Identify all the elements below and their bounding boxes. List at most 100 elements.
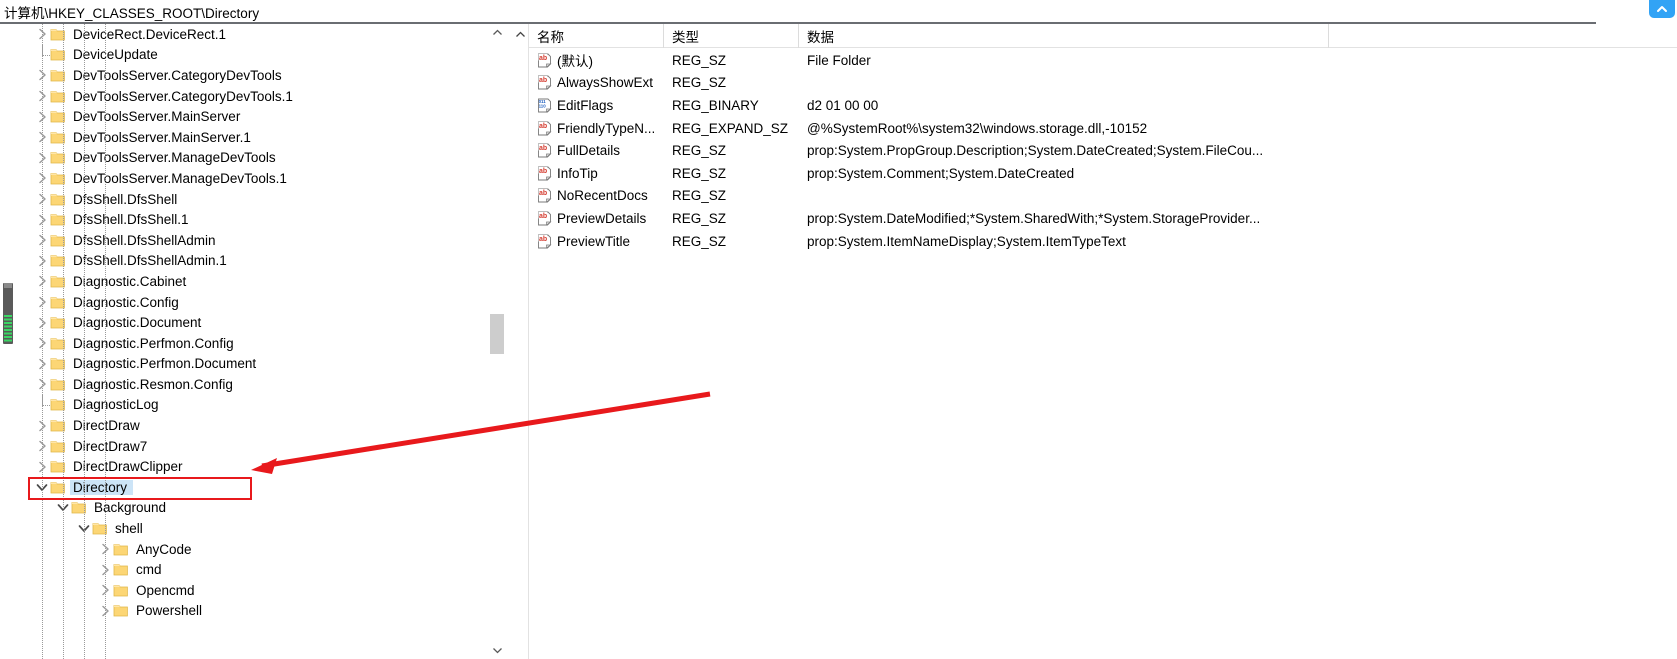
tree-indent-spacer (16, 312, 34, 333)
tree-item[interactable]: DirectDrawClipper (16, 456, 494, 477)
tree-item[interactable]: Background (16, 498, 494, 519)
value-row[interactable]: ab InfoTip REG_SZ prop:System.Comment;Syste… (529, 162, 1677, 185)
svg-text:ab: ab (539, 190, 547, 197)
tree-indent-spacer (16, 168, 34, 189)
folder-icon (50, 312, 70, 333)
tree-item[interactable]: Diagnostic.Perfmon.Config (16, 333, 494, 354)
folder-icon (50, 456, 70, 477)
tree-item-label: DfsShell.DfsShell.1 (73, 212, 189, 228)
tree-item[interactable]: Diagnostic.Perfmon.Document (16, 354, 494, 375)
tree-item[interactable]: DfsShell.DfsShell (16, 189, 494, 210)
tree-indent-spacer (16, 209, 34, 230)
value-name-text: NoRecentDocs (557, 188, 648, 204)
ab-string-value-icon: ab (537, 234, 552, 249)
tree-item[interactable]: DevToolsServer.MainServer (16, 106, 494, 127)
scroll-up-arrow-icon[interactable] (489, 24, 505, 41)
tree-indent-spacer (16, 354, 34, 375)
svg-text:ab: ab (539, 213, 547, 220)
tree-indent-spacer (16, 189, 34, 210)
tree-item[interactable]: Opencmd (16, 580, 494, 601)
svg-text:ab: ab (539, 55, 547, 62)
folder-icon (50, 45, 70, 66)
tree-item[interactable]: DfsShell.DfsShellAdmin (16, 230, 494, 251)
folder-icon (50, 415, 70, 436)
tree-item-label: DevToolsServer.ManageDevTools.1 (73, 170, 287, 186)
value-row[interactable]: ab AlwaysShowExt REG_SZ (529, 72, 1677, 95)
tree-guide-line (105, 24, 106, 659)
tree-item[interactable]: Diagnostic.Cabinet (16, 271, 494, 292)
tree-rows-container: DeviceRect.DeviceRect.1 DeviceUpdate DevTo… (16, 24, 494, 659)
folder-icon (92, 518, 112, 539)
tree-item-selected[interactable]: Directory (16, 477, 494, 498)
registry-key-tree[interactable]: DeviceRect.DeviceRect.1 DeviceUpdate DevTo… (16, 24, 512, 659)
column-header-name[interactable]: 名称 (529, 24, 664, 48)
column-header-type[interactable]: 类型 (664, 24, 799, 48)
tree-item-label: Powershell (136, 603, 203, 619)
value-data-cell: @%SystemRoot%\system32\windows.storage.d… (807, 120, 1148, 136)
tree-item-label: cmd (136, 562, 162, 578)
value-name-cell: ab NoRecentDocs (529, 185, 664, 208)
svg-text:ab: ab (539, 123, 547, 130)
tree-item[interactable]: DeviceRect.DeviceRect.1 (16, 24, 494, 45)
tree-item[interactable]: DeviceUpdate (16, 44, 494, 66)
address-bar[interactable]: 计算机\HKEY_CLASSES_ROOT\Directory (0, 0, 1677, 23)
folder-icon (50, 354, 70, 375)
value-name-text: (默认) (557, 54, 593, 70)
tree-item[interactable]: DevToolsServer.CategoryDevTools.1 (16, 86, 494, 107)
value-name-cell: ab FriendlyTypeN... (529, 117, 664, 140)
tree-indent-spacer (16, 498, 55, 519)
tree-item-label: Directory (70, 479, 134, 495)
value-row[interactable]: ab (默认) REG_SZ File Folder (529, 49, 1677, 72)
folder-icon (50, 127, 70, 148)
value-row[interactable]: ab PreviewDetails REG_SZ prop:System.DateMo… (529, 207, 1677, 230)
tree-vertical-scrollbar[interactable] (489, 24, 505, 659)
tree-item[interactable]: Diagnostic.Document (16, 312, 494, 333)
tree-item[interactable]: AnyCode (16, 539, 494, 560)
tree-scrollbar-thumb[interactable] (490, 314, 504, 354)
ab-string-value-icon: ab (537, 211, 552, 226)
tree-item[interactable]: DevToolsServer.MainServer.1 (16, 127, 494, 148)
tree-item[interactable]: cmd (16, 559, 494, 580)
folder-icon (50, 477, 70, 498)
column-header-data[interactable]: 数据 (799, 24, 1329, 48)
value-type-cell: REG_SZ (672, 52, 727, 68)
ab-string-value-icon: ab (537, 53, 552, 68)
blue-chevron-badge-icon[interactable] (1649, 0, 1675, 18)
tree-item[interactable]: Diagnostic.Resmon.Config (16, 374, 494, 395)
tree-item[interactable]: DfsShell.DfsShellAdmin.1 (16, 251, 494, 272)
tree-item[interactable]: DiagnosticLog (16, 394, 494, 416)
tree-item[interactable]: shell (16, 518, 494, 539)
value-row[interactable]: ab PreviewTitle REG_SZ prop:System.ItemName… (529, 230, 1677, 253)
value-row[interactable]: ab FriendlyTypeN... REG_EXPAND_SZ @%SystemR… (529, 117, 1677, 140)
tree-item[interactable]: DevToolsServer.ManageDevTools.1 (16, 168, 494, 189)
folder-icon (50, 374, 70, 395)
tree-indent-spacer (16, 148, 34, 169)
svg-text:ab: ab (539, 145, 547, 152)
tree-item[interactable]: DevToolsServer.ManageDevTools (16, 148, 494, 169)
tree-item-label: Diagnostic.Cabinet (73, 273, 187, 289)
tree-item[interactable]: Powershell (16, 601, 494, 622)
tree-item[interactable]: DirectDraw7 (16, 436, 494, 457)
scroll-down-arrow-icon[interactable] (489, 642, 505, 659)
value-name-cell: ab InfoTip (529, 162, 664, 185)
tree-item[interactable]: DfsShell.DfsShell.1 (16, 209, 494, 230)
registry-values-pane[interactable]: 名称 类型 数据 ab (默认) REG_SZ File Folder ab Always… (512, 24, 1677, 659)
tree-item-label: shell (115, 521, 143, 537)
value-row[interactable]: 011 110 EditFlags REG_BINARY d2 01 00 00 (529, 94, 1677, 117)
value-name-cell: ab FullDetails (529, 139, 664, 162)
tree-item-label: DevToolsServer.CategoryDevTools (73, 67, 282, 83)
scroll-up-arrow-icon[interactable] (512, 26, 529, 42)
window-overlay-scrollbar[interactable] (3, 283, 13, 344)
value-row[interactable]: ab NoRecentDocs REG_SZ (529, 185, 1677, 208)
svg-text:110: 110 (539, 103, 547, 108)
tree-item-label: DirectDraw7 (73, 438, 148, 454)
tree-indent-spacer (16, 333, 34, 354)
tree-item-label: Diagnostic.Config (73, 294, 179, 310)
tree-item[interactable]: Diagnostic.Config (16, 292, 494, 313)
value-row[interactable]: ab FullDetails REG_SZ prop:System.PropGroup… (529, 139, 1677, 162)
tree-item[interactable]: DirectDraw (16, 415, 494, 436)
value-data-cell: prop:System.ItemNameDisplay;System.ItemT… (807, 233, 1126, 249)
tree-item-label: Diagnostic.Document (73, 315, 202, 331)
tree-item[interactable]: DevToolsServer.CategoryDevTools (16, 65, 494, 86)
tree-guide-line (42, 24, 43, 659)
